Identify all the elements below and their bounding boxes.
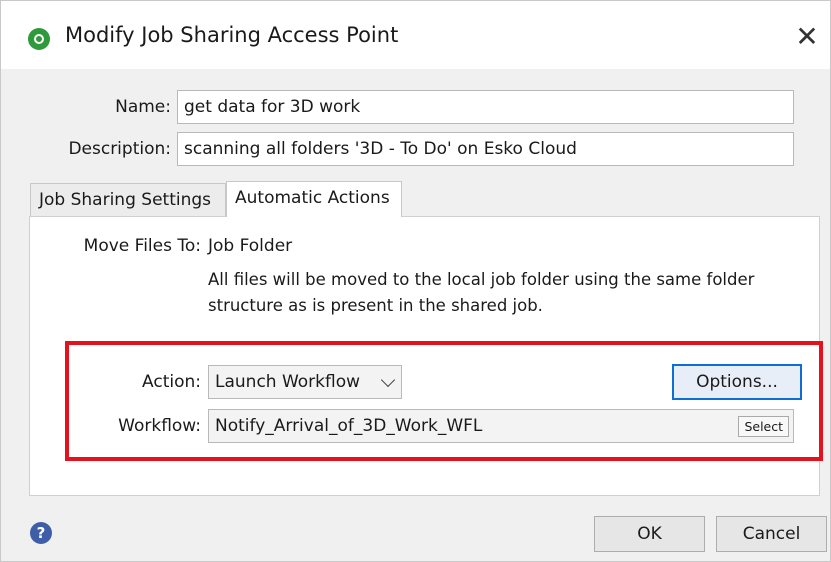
tab-automatic-actions[interactable]: Automatic Actions xyxy=(226,181,402,217)
description-input[interactable]: scanning all folders '3D - To Do' on Esk… xyxy=(177,132,794,166)
select-button[interactable]: Select xyxy=(738,416,789,437)
help-icon[interactable]: ? xyxy=(30,522,52,544)
description-label: Description: xyxy=(68,139,171,159)
modify-access-point-dialog: Modify Job Sharing Access Point ✕ Name: … xyxy=(0,0,831,562)
chevron-down-icon xyxy=(380,372,396,388)
close-icon[interactable]: ✕ xyxy=(789,19,825,55)
name-input[interactable]: get data for 3D work xyxy=(177,90,794,124)
workflow-value: Notify_Arrival_of_3D_Work_WFL xyxy=(215,416,483,436)
app-icon xyxy=(28,28,50,50)
workflow-field[interactable]: Notify_Arrival_of_3D_Work_WFL Select xyxy=(208,409,794,443)
ok-button[interactable]: OK xyxy=(594,516,705,552)
highlight-frame xyxy=(65,341,823,461)
action-dropdown-value: Launch Workflow xyxy=(215,372,361,392)
action-label: Action: xyxy=(142,372,201,392)
workflow-label: Workflow: xyxy=(118,416,201,436)
move-files-description: All files will be moved to the local job… xyxy=(208,270,755,315)
name-label: Name: xyxy=(115,97,171,117)
tab-job-sharing-settings[interactable]: Job Sharing Settings xyxy=(30,183,226,217)
action-dropdown[interactable]: Launch Workflow xyxy=(208,365,402,399)
move-files-value: Job Folder xyxy=(208,236,293,256)
dialog-title: Modify Job Sharing Access Point xyxy=(65,23,399,47)
move-files-label: Move Files To: xyxy=(83,236,201,256)
title-bar: Modify Job Sharing Access Point ✕ xyxy=(1,1,830,69)
cancel-button[interactable]: Cancel xyxy=(716,516,827,552)
options-button[interactable]: Options... xyxy=(672,364,802,400)
